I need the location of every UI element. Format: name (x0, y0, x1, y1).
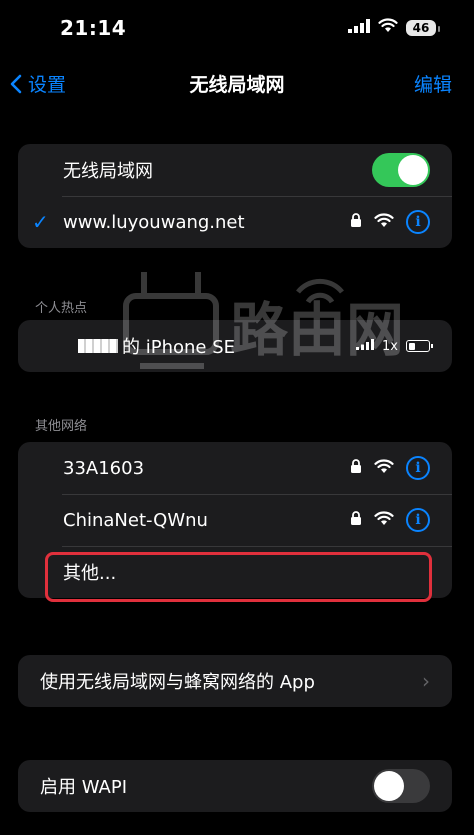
status-time: 21:14 (60, 16, 127, 40)
chevron-right-icon: › (422, 669, 430, 693)
info-icon[interactable]: i (406, 508, 430, 532)
status-icons: 46 (348, 18, 440, 37)
cellular-signal-icon (356, 338, 375, 354)
lock-icon (350, 458, 362, 478)
network-name: ChinaNet-QWnu (63, 509, 208, 531)
hotspot-group: 的 iPhone SE 1x (18, 320, 452, 372)
wapi-row: 启用 WAPI (18, 760, 452, 812)
wapi-label: 启用 WAPI (40, 777, 128, 798)
hotspot-section-header: 个人热点 (35, 301, 88, 316)
toggle-knob (374, 771, 404, 801)
apps-label: 使用无线局域网与蜂窝网络的 App (40, 672, 315, 693)
checkmark-icon: ✓ (32, 210, 49, 234)
info-icon[interactable]: i (406, 456, 430, 480)
connected-network-name: www.luyouwang.net (63, 211, 245, 233)
wifi-signal-icon (374, 510, 394, 530)
lock-icon (350, 510, 362, 530)
lock-icon (350, 212, 362, 232)
battery-icon (406, 340, 433, 352)
apps-row[interactable]: 使用无线局域网与蜂窝网络的 App › (18, 655, 452, 707)
network-name: 33A1603 (63, 457, 145, 479)
navigation-bar: 设置 无线局域网 编辑 (0, 58, 474, 106)
other-networks-section-header: 其他网络 (35, 419, 88, 434)
wapi-toggle[interactable] (372, 769, 430, 803)
connected-network-row[interactable]: ✓ www.luyouwang.net i (18, 196, 452, 248)
wifi-toggle[interactable] (372, 153, 430, 187)
network-status-icons: i (350, 210, 430, 234)
toggle-knob (398, 155, 428, 185)
wapi-group: 启用 WAPI (18, 760, 452, 812)
status-bar: 21:14 46 (0, 0, 474, 58)
hotspot-device-name: 的 iPhone SE (122, 337, 236, 358)
wifi-toggle-label: 无线局域网 (63, 161, 153, 182)
wifi-toggle-row: 无线局域网 (18, 144, 452, 196)
network-row[interactable]: ChinaNet-QWnu i (18, 494, 452, 546)
hotspot-row[interactable]: 的 iPhone SE 1x (18, 320, 452, 372)
edit-button[interactable]: 编辑 (414, 70, 452, 97)
apps-group: 使用无线局域网与蜂窝网络的 App › (18, 655, 452, 707)
network-status-icons: i (350, 456, 430, 480)
wifi-signal-icon (374, 458, 394, 478)
redacted-name (78, 339, 118, 353)
signal-type: 1x (382, 338, 398, 354)
wifi-group: 无线局域网 ✓ www.luyouwang.net i (18, 144, 452, 248)
battery-indicator: 46 (406, 19, 440, 36)
cellular-signal-icon (348, 18, 370, 37)
info-icon[interactable]: i (406, 210, 430, 234)
wifi-signal-icon (374, 212, 394, 232)
highlight-annotation (45, 552, 432, 602)
network-row[interactable]: 33A1603 i (18, 442, 452, 494)
hotspot-status: 1x (356, 338, 433, 354)
wifi-icon (378, 18, 398, 37)
network-status-icons: i (350, 508, 430, 532)
page-title: 无线局域网 (189, 74, 285, 96)
